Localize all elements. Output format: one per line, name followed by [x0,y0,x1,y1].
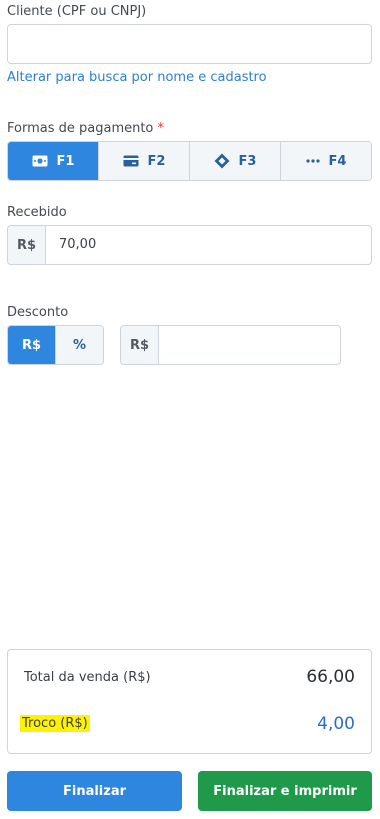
payment-f4-label: F4 [328,153,347,169]
payment-label: Formas de pagamento * [7,121,164,136]
payment-f3-button[interactable]: F3 [189,142,280,180]
troco-label: Troco (R$) [20,715,90,732]
recebido-currency-prefix: R$ [8,226,46,264]
payment-f4-button[interactable]: F4 [280,142,371,180]
payment-methods: F1 F2 F3 F4 [7,141,372,181]
payment-f1-label: F1 [56,153,75,169]
finalizar-imprimir-button[interactable]: Finalizar e imprimir [198,771,372,811]
sale-summary: Total da venda (R$) 66,00 Troco (R$) 4,0… [7,649,372,754]
troco-value: 4,00 [317,714,355,734]
discount-currency-prefix: R$ [121,326,159,364]
total-label: Total da venda (R$) [24,670,151,685]
cliente-input[interactable] [7,24,372,64]
payment-f1-button[interactable]: F1 [8,142,98,180]
card-icon [123,155,139,167]
cash-icon [32,155,48,167]
recebido-label: Recebido [7,205,67,220]
pix-icon [214,153,230,169]
switch-search-link[interactable]: Alterar para busca por nome e cadastro [7,70,267,85]
discount-input[interactable]: R$ [120,325,341,365]
required-mark: * [157,121,165,136]
payment-f3-label: F3 [238,153,257,169]
payment-label-text: Formas de pagamento [7,121,154,136]
discount-mode-toggle: R$ % [7,325,104,365]
finalizar-button[interactable]: Finalizar [7,771,182,811]
payment-f2-button[interactable]: F2 [98,142,189,180]
more-icon [305,159,320,163]
payment-f2-label: F2 [147,153,166,169]
desconto-label: Desconto [7,305,69,320]
troco-label-text: Troco (R$) [20,715,90,732]
recebido-value: 70,00 [59,237,97,252]
cliente-label: Cliente (CPF ou CNPJ) [7,4,147,19]
discount-percent-button[interactable]: % [55,326,103,364]
discount-currency-button[interactable]: R$ [8,326,55,364]
total-value: 66,00 [306,667,355,687]
recebido-input[interactable]: R$ 70,00 [7,225,372,265]
